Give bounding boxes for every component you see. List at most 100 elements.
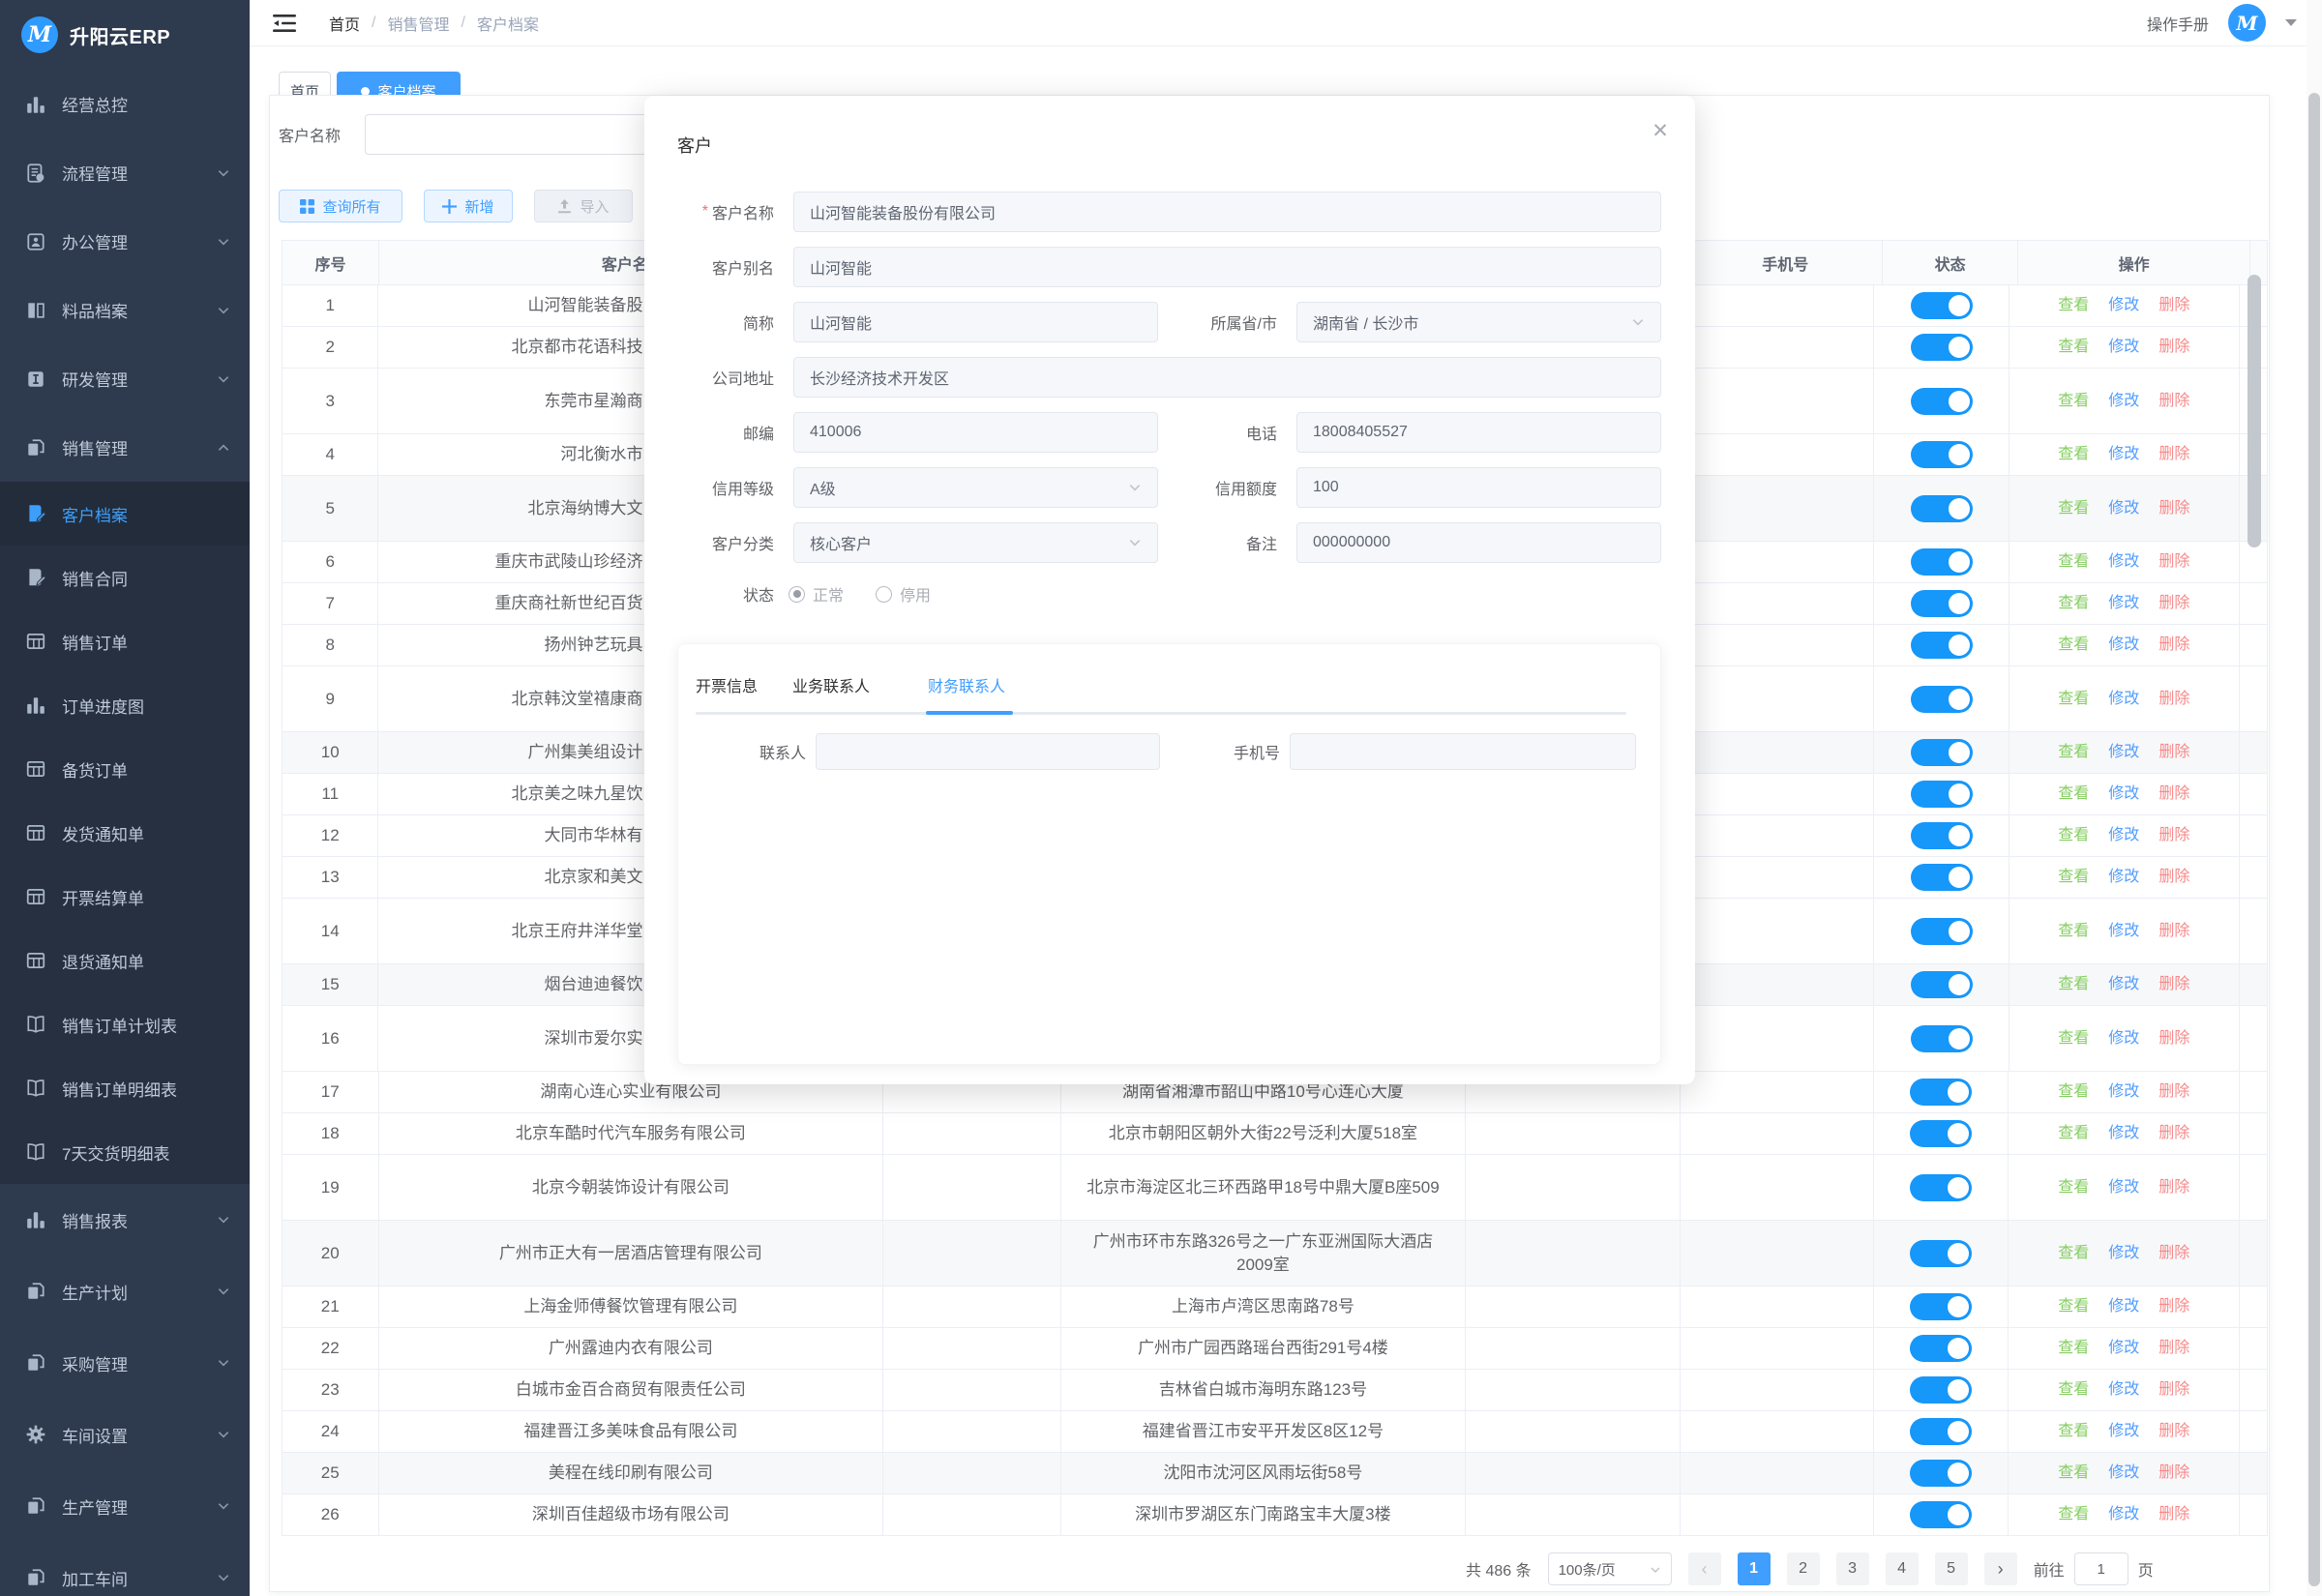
sidebar-item-退货通知单[interactable]: 退货通知单 (0, 929, 250, 992)
view-link[interactable]: 查看 (2058, 1295, 2089, 1318)
tab-finance-contact[interactable]: 财务联系人 (928, 673, 1005, 696)
view-link[interactable]: 查看 (2058, 824, 2089, 847)
sidebar-item-研发管理[interactable]: 研发管理 (0, 344, 250, 413)
delete-link[interactable]: 删除 (2158, 688, 2189, 711)
delete-link[interactable]: 删除 (2158, 1337, 2189, 1360)
toggle-switch[interactable] (1910, 1120, 1972, 1147)
delete-link[interactable]: 删除 (2158, 1503, 2189, 1526)
page-button-4[interactable]: 4 (1886, 1552, 1919, 1585)
category-select[interactable]: 核心客户 (793, 522, 1158, 563)
toggle-switch[interactable] (1911, 781, 1973, 808)
page-size-select[interactable]: 100条/页 (1548, 1552, 1672, 1585)
edit-link[interactable]: 修改 (2108, 443, 2139, 466)
toggle-switch[interactable] (1910, 1240, 1972, 1267)
tab-business-contact[interactable]: 业务联系人 (792, 673, 870, 696)
toggle-switch[interactable] (1911, 822, 1973, 849)
toggle-switch[interactable] (1911, 739, 1973, 766)
sidebar-item-销售合同[interactable]: 销售合同 (0, 546, 250, 609)
delete-link[interactable]: 删除 (2158, 824, 2189, 847)
sidebar-item-加工车间[interactable]: 加工车间 (0, 1542, 250, 1596)
delete-link[interactable]: 删除 (2158, 634, 2189, 657)
view-link[interactable]: 查看 (2058, 336, 2089, 359)
toggle-switch[interactable] (1911, 1025, 1973, 1052)
sidebar-item-订单进度图[interactable]: 订单进度图 (0, 673, 250, 737)
view-link[interactable]: 查看 (2058, 866, 2089, 889)
view-link[interactable]: 查看 (2058, 688, 2089, 711)
edit-link[interactable]: 修改 (2108, 390, 2139, 413)
sidebar-item-生产计划[interactable]: 生产计划 (0, 1256, 250, 1327)
delete-link[interactable]: 删除 (2158, 920, 2189, 943)
view-link[interactable]: 查看 (2058, 1462, 2089, 1485)
delete-link[interactable]: 删除 (2158, 294, 2189, 317)
query-all-button[interactable]: 查询所有 (279, 190, 402, 222)
edit-link[interactable]: 修改 (2108, 824, 2139, 847)
view-link[interactable]: 查看 (2058, 920, 2089, 943)
view-link[interactable]: 查看 (2058, 294, 2089, 317)
view-link[interactable]: 查看 (2058, 783, 2089, 806)
toggle-switch[interactable] (1911, 971, 1973, 998)
toggle-switch[interactable] (1911, 495, 1973, 522)
toggle-switch[interactable] (1911, 864, 1973, 891)
status-radio-disabled[interactable]: 停用 (876, 574, 931, 614)
delete-link[interactable]: 删除 (2158, 1080, 2189, 1104)
sidebar-item-车间设置[interactable]: 车间设置 (0, 1399, 250, 1470)
prev-page-button[interactable]: ‹ (1688, 1552, 1721, 1585)
edit-link[interactable]: 修改 (2108, 1122, 2139, 1145)
name-input[interactable] (793, 192, 1661, 232)
view-link[interactable]: 查看 (2058, 1420, 2089, 1443)
toggle-switch[interactable] (1910, 1501, 1972, 1528)
close-icon[interactable]: ✕ (1647, 117, 1674, 144)
status-radio-normal[interactable]: 正常 (789, 574, 844, 614)
collapse-menu-icon[interactable] (273, 14, 296, 33)
breadcrumb-item[interactable]: 客户档案 (477, 12, 539, 35)
manual-link[interactable]: 操作手册 (2147, 12, 2209, 35)
import-button[interactable]: 导入 (534, 190, 633, 222)
sidebar-item-备货订单[interactable]: 备货订单 (0, 737, 250, 801)
edit-link[interactable]: 修改 (2108, 1027, 2139, 1050)
view-link[interactable]: 查看 (2058, 390, 2089, 413)
short-name-input[interactable] (793, 302, 1158, 342)
toggle-switch[interactable] (1910, 1174, 1972, 1201)
toggle-switch[interactable] (1911, 292, 1973, 319)
edit-link[interactable]: 修改 (2108, 741, 2139, 764)
mobile-input[interactable] (1290, 733, 1636, 770)
toggle-switch[interactable] (1910, 1079, 1972, 1106)
avatar[interactable]: M (2228, 4, 2266, 42)
sidebar-item-流程管理[interactable]: 流程管理 (0, 138, 250, 207)
page-scrollbar[interactable] (2308, 93, 2320, 1586)
delete-link[interactable]: 删除 (2158, 1462, 2189, 1485)
credit-level-select[interactable]: A级 (793, 467, 1158, 508)
credit-limit-input[interactable] (1296, 467, 1661, 508)
toggle-switch[interactable] (1911, 686, 1973, 713)
edit-link[interactable]: 修改 (2108, 1080, 2139, 1104)
view-link[interactable]: 查看 (2058, 1176, 2089, 1199)
breadcrumb-item[interactable]: 首页 (329, 12, 360, 35)
delete-link[interactable]: 删除 (2158, 1420, 2189, 1443)
sidebar-item-销售报表[interactable]: 销售报表 (0, 1184, 250, 1256)
toggle-switch[interactable] (1911, 334, 1973, 361)
delete-link[interactable]: 删除 (2158, 497, 2189, 520)
toggle-switch[interactable] (1910, 1418, 1972, 1445)
edit-link[interactable]: 修改 (2108, 1462, 2139, 1485)
view-link[interactable]: 查看 (2058, 443, 2089, 466)
goto-page-input[interactable] (2074, 1552, 2128, 1585)
toggle-switch[interactable] (1911, 590, 1973, 617)
sidebar-item-采购管理[interactable]: 采购管理 (0, 1327, 250, 1399)
page-button-5[interactable]: 5 (1935, 1552, 1968, 1585)
delete-link[interactable]: 删除 (2158, 550, 2189, 574)
edit-link[interactable]: 修改 (2108, 497, 2139, 520)
edit-link[interactable]: 修改 (2108, 1378, 2139, 1402)
toggle-switch[interactable] (1911, 441, 1973, 468)
edit-link[interactable]: 修改 (2108, 973, 2139, 996)
delete-link[interactable]: 删除 (2158, 1122, 2189, 1145)
delete-link[interactable]: 删除 (2158, 1242, 2189, 1265)
edit-link[interactable]: 修改 (2108, 1337, 2139, 1360)
toggle-switch[interactable] (1911, 548, 1973, 576)
delete-link[interactable]: 删除 (2158, 443, 2189, 466)
province-select[interactable]: 湖南省 / 长沙市 (1296, 302, 1661, 342)
edit-link[interactable]: 修改 (2108, 592, 2139, 615)
sidebar-item-办公管理[interactable]: 办公管理 (0, 207, 250, 276)
chevron-down-icon[interactable] (2285, 19, 2297, 26)
edit-link[interactable]: 修改 (2108, 1420, 2139, 1443)
edit-link[interactable]: 修改 (2108, 294, 2139, 317)
